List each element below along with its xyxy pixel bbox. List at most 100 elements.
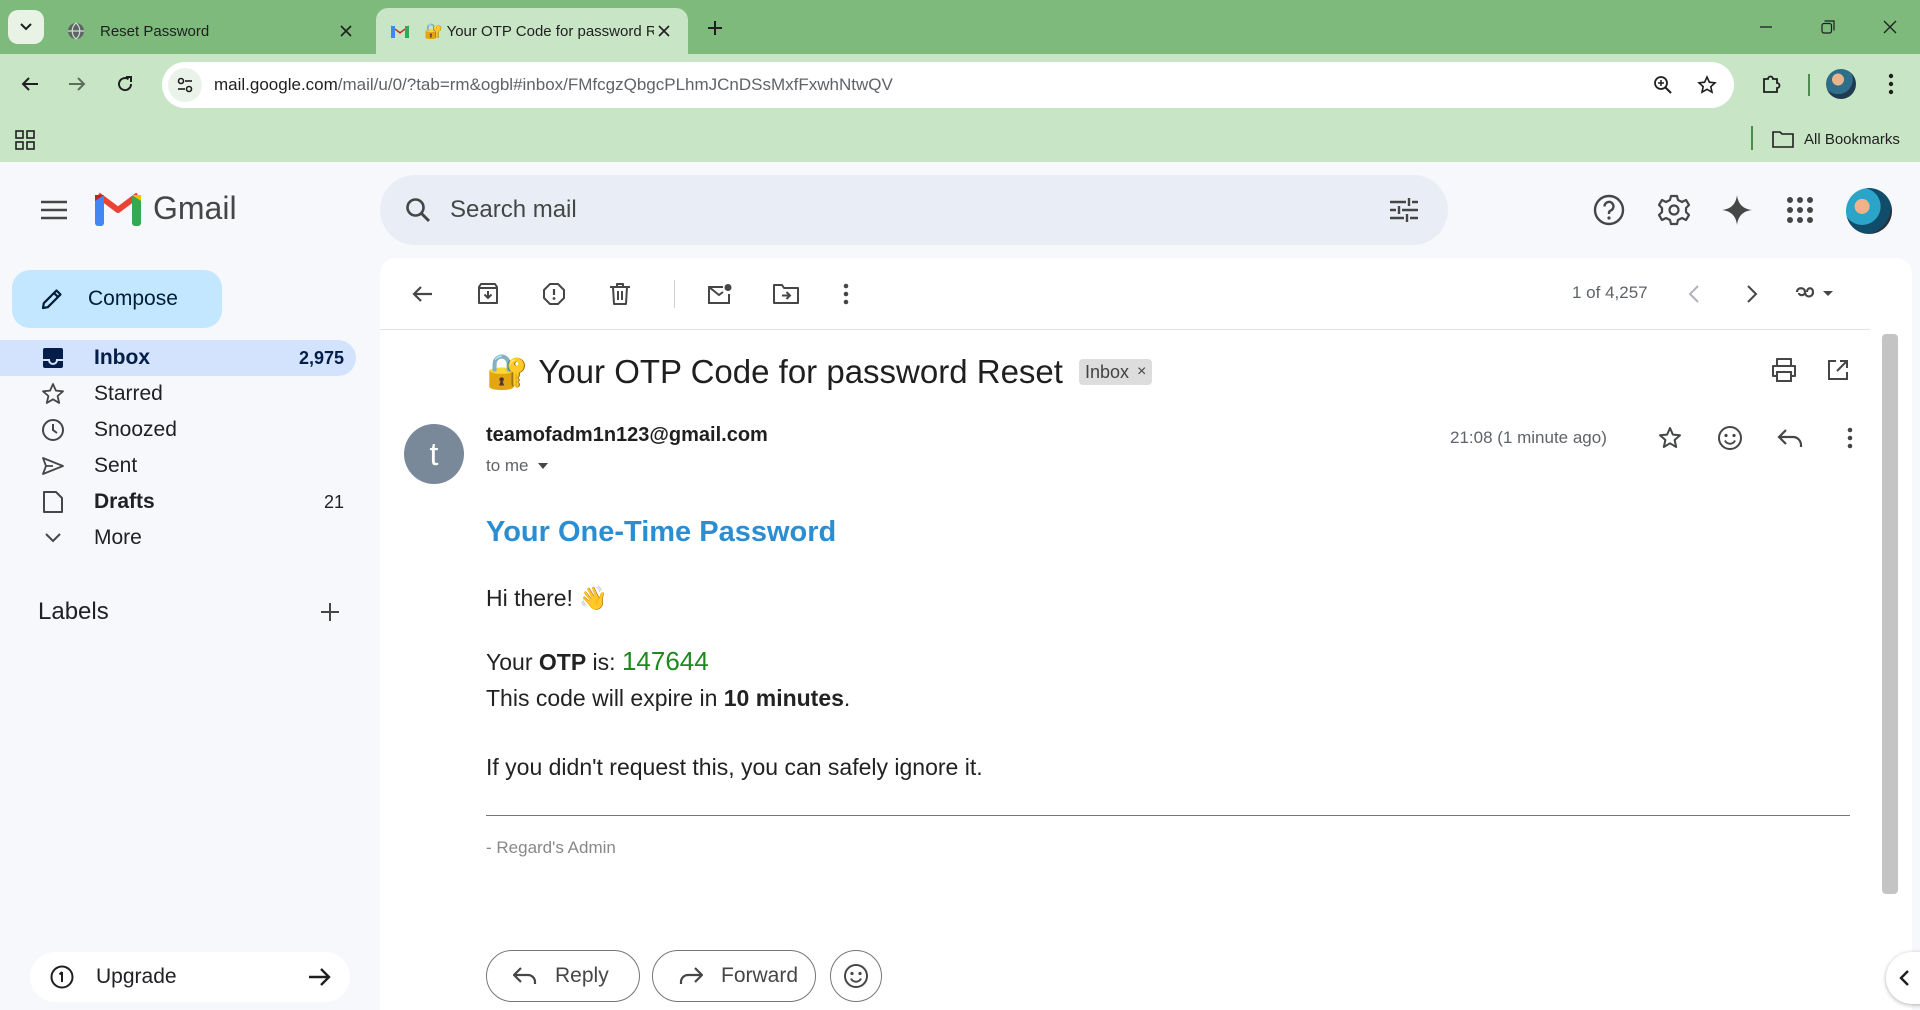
sender-email[interactable]: teamofadm1n123@gmail.com <box>486 424 768 447</box>
arrow-right-icon <box>308 966 332 988</box>
search-input[interactable] <box>450 196 1380 224</box>
message-more-button[interactable] <box>1830 418 1870 458</box>
gemini-button[interactable] <box>1713 186 1761 234</box>
forward-action-button[interactable]: Forward <box>652 950 816 1002</box>
caret-down-icon <box>537 462 549 470</box>
address-bar[interactable]: mail.google.com/mail/u/0/?tab=rm&ogbl#in… <box>162 62 1734 108</box>
upgrade-button[interactable]: Upgrade <box>30 952 350 1002</box>
chevron-right-icon <box>1747 285 1758 303</box>
apps-shortcut-button[interactable] <box>12 127 38 153</box>
puzzle-icon <box>1763 75 1781 93</box>
create-label-button[interactable] <box>312 594 348 630</box>
input-tools-icon <box>1795 287 1833 298</box>
reply-label: Reply <box>555 964 609 987</box>
delete-button[interactable] <box>600 274 640 314</box>
main-menu-button[interactable] <box>30 186 78 234</box>
search-icon[interactable] <box>394 186 442 234</box>
remove-label-icon[interactable]: × <box>1137 363 1146 381</box>
inbox-label-chip[interactable]: Inbox × <box>1078 359 1153 385</box>
url-text[interactable]: mail.google.com/mail/u/0/?tab=rm&ogbl#in… <box>214 75 1646 95</box>
tab-search-button[interactable] <box>8 10 44 44</box>
more-vert-icon <box>843 283 849 305</box>
all-bookmarks-button[interactable]: All Bookmarks <box>1772 125 1900 153</box>
move-to-button[interactable] <box>766 274 806 314</box>
google-apps-button[interactable] <box>1776 186 1824 234</box>
reply-button[interactable] <box>1770 418 1810 458</box>
recipient-text: to me <box>486 456 529 475</box>
add-reaction-button[interactable] <box>1710 418 1750 458</box>
arrow-left-icon <box>21 77 38 91</box>
forward-label: Forward <box>721 964 799 987</box>
tab-title: Reset Password <box>100 22 210 40</box>
apps-grid-icon <box>1787 197 1813 223</box>
help-icon <box>1593 194 1625 226</box>
close-icon[interactable] <box>336 21 356 41</box>
restore-button[interactable] <box>1806 8 1850 46</box>
account-avatar[interactable] <box>1846 188 1892 234</box>
sidebar-item-label: Drafts <box>94 490 155 513</box>
search-options-button[interactable] <box>1380 186 1428 234</box>
more-actions-button[interactable] <box>826 274 866 314</box>
expiry-suffix: . <box>843 685 851 711</box>
sidebar-item-more[interactable]: More <box>0 520 356 556</box>
expiry-prefix: This code will expire in <box>486 685 724 711</box>
settings-button[interactable] <box>1650 186 1698 234</box>
extensions-button[interactable] <box>1752 65 1790 103</box>
otp-line: Your OTP is: 147644 <box>486 646 1850 677</box>
subject-lock-emoji: 🔐 <box>486 353 529 391</box>
recipient-details[interactable]: to me <box>486 456 549 476</box>
sparkle-icon <box>1722 195 1752 225</box>
toolbar-divider <box>1808 74 1810 96</box>
site-info-button[interactable] <box>168 68 202 102</box>
star-message-button[interactable] <box>1650 418 1690 458</box>
chrome-menu-button[interactable] <box>1872 65 1910 103</box>
sidebar-item-starred[interactable]: Starred <box>0 376 356 412</box>
tab-otp-email[interactable]: 🔐 Your OTP Code for password Reset <box>376 8 688 54</box>
minimize-button[interactable] <box>1744 8 1788 46</box>
input-tools-button[interactable] <box>1790 274 1842 314</box>
bookmark-star-icon[interactable] <box>1690 68 1724 102</box>
sidebar-item-inbox[interactable]: Inbox 2,975 <box>0 340 356 376</box>
tab-reset-password[interactable]: Reset Password <box>52 8 370 54</box>
new-window-button[interactable] <box>1820 352 1856 388</box>
close-window-button[interactable] <box>1868 8 1912 46</box>
reply-action-button[interactable]: Reply <box>486 950 640 1002</box>
gmail-logo[interactable]: Gmail <box>95 190 237 227</box>
scrollbar[interactable] <box>1882 334 1898 894</box>
profile-button[interactable] <box>1822 65 1860 103</box>
support-button[interactable] <box>1585 186 1633 234</box>
menu-icon <box>41 200 67 220</box>
mark-unread-button[interactable] <box>700 274 740 314</box>
reload-icon <box>118 76 133 92</box>
search-bar[interactable] <box>380 175 1448 245</box>
sidebar-item-drafts[interactable]: Drafts 21 <box>0 484 356 520</box>
reply-icon <box>513 967 537 985</box>
reload-button[interactable] <box>106 65 144 103</box>
plus-icon <box>708 21 722 35</box>
new-tab-button[interactable] <box>700 13 730 43</box>
zoom-icon[interactable] <box>1646 68 1680 102</box>
sidebar-item-label: Sent <box>94 454 138 477</box>
close-icon[interactable] <box>654 21 674 41</box>
archive-button[interactable] <box>468 274 508 314</box>
sender-avatar[interactable]: t <box>404 424 464 484</box>
pencil-icon <box>40 287 64 311</box>
sidebar-item-sent[interactable]: Sent <box>0 448 356 484</box>
forward-button[interactable] <box>58 65 96 103</box>
newer-button[interactable] <box>1674 274 1714 314</box>
plus-icon <box>321 603 339 621</box>
print-all-button[interactable] <box>1766 352 1802 388</box>
bookmarks-divider <box>1751 126 1753 150</box>
trash-icon <box>610 283 630 305</box>
report-spam-button[interactable] <box>534 274 574 314</box>
more-vert-icon <box>1888 73 1894 95</box>
sidebar-item-snoozed[interactable]: Snoozed <box>0 412 356 448</box>
emoji-reaction-button[interactable] <box>830 950 882 1002</box>
globe-icon <box>66 21 86 41</box>
expiry-duration: 10 minutes <box>723 685 844 711</box>
arrow-right-icon <box>69 77 86 91</box>
older-button[interactable] <box>1732 274 1772 314</box>
back-to-inbox-button[interactable] <box>402 274 442 314</box>
back-button[interactable] <box>11 65 49 103</box>
compose-button[interactable]: Compose <box>12 270 222 328</box>
